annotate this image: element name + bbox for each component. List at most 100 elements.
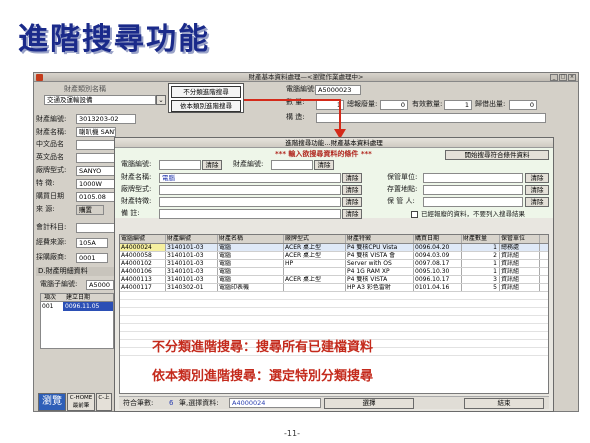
minimize-icon[interactable]: _	[550, 74, 558, 81]
asset-no-field[interactable]: 3013203-02	[76, 114, 136, 124]
col-asset-name[interactable]: 財產名稱	[218, 235, 284, 243]
table-row[interactable]: A4000106 3140101-03 電腦 P4 1G RAM XP 0095.10.…	[120, 268, 548, 276]
cell-computer-no: A4000113	[120, 276, 166, 283]
col-asset-no[interactable]: 財產編號	[166, 235, 218, 243]
asset-name-label: 財產名稱:	[36, 128, 67, 136]
col-buy-date[interactable]: 購買日期	[414, 235, 462, 243]
brand-search-input[interactable]	[159, 185, 341, 195]
clear-button[interactable]: 清除	[314, 160, 334, 170]
brand-field[interactable]: SANYO	[76, 166, 116, 176]
cell-quantity: 5	[462, 284, 500, 291]
search-all-option[interactable]: 不分類進階搜尋	[171, 86, 241, 98]
clear-button[interactable]: 清除	[342, 197, 362, 207]
cell-storage-unit: 資訊組	[500, 252, 540, 259]
asset-name-field[interactable]: 喇叭機 SANYO 1000W	[76, 127, 116, 137]
start-search-button[interactable]: 開始搜尋符合條件資料	[445, 150, 549, 160]
asset-no-label: 財產編號:	[36, 115, 67, 123]
cn-name-field[interactable]	[76, 140, 116, 150]
cell-asset-name: 電腦	[218, 252, 284, 259]
slide-title: 進階搜尋功能	[18, 22, 210, 57]
results-table-header: 電腦編號 財產編號 財產名稱 廠牌型式 財產特徵 購買日期 財產數量 保管單位	[120, 235, 548, 244]
maximize-icon[interactable]: □	[559, 74, 567, 81]
clear-button[interactable]: 清除	[202, 160, 222, 170]
vendor-field[interactable]: 0001	[76, 253, 108, 263]
buy-date-field[interactable]: 0105.08	[76, 192, 116, 202]
computer-no-search-input[interactable]	[159, 160, 201, 170]
prev-record-button[interactable]: C-上	[96, 393, 112, 411]
first-record-button[interactable]: C-HOME 最前筆	[67, 393, 95, 411]
sub-no-label: 電腦子編號:	[40, 280, 78, 288]
table-row[interactable]: A4000024 3140101-03 電腦 ACER 桌上型 P4 雙核CPU Vis…	[120, 244, 548, 252]
cell-asset-no: 3140302-01	[166, 284, 218, 291]
spec-field[interactable]: 1000W	[76, 179, 116, 189]
en-name-field[interactable]	[76, 153, 116, 163]
remark-search-input[interactable]	[159, 209, 341, 219]
cn-name-label: 中文品名	[36, 140, 64, 148]
close-button[interactable]: 結束	[464, 398, 544, 409]
select-button[interactable]: 選擇	[324, 398, 414, 409]
clear-button[interactable]: 清除	[342, 173, 362, 183]
mini-row-index: 001	[42, 303, 54, 310]
table-row[interactable]: A4000058 3140101-03 電腦 ACER 桌上型 P4 雙核 VISTA …	[120, 252, 548, 260]
col-brand[interactable]: 廠牌型式	[284, 235, 346, 243]
cell-quantity: 3	[462, 276, 500, 283]
clear-button[interactable]: 清除	[342, 209, 362, 219]
status-bar: 符合筆數: 6 筆,選擇資料: A4000024 選擇 結束	[119, 396, 549, 409]
spec-search-input[interactable]	[159, 197, 341, 207]
sub-no-field[interactable]: A5000	[86, 280, 114, 290]
browse-button[interactable]: 瀏覽	[38, 393, 66, 411]
cell-storage-unit: 資訊組	[500, 260, 540, 267]
close-icon[interactable]: ×	[568, 74, 576, 81]
storage-unit-clear-button[interactable]: 清除	[525, 173, 549, 183]
total-qty-field[interactable]: 0	[380, 100, 408, 110]
fund-field[interactable]: 105A	[76, 238, 108, 248]
cell-buy-date: 0094.03.09	[414, 252, 462, 259]
storage-place-clear-button[interactable]: 清除	[525, 185, 549, 195]
scrapped-checkbox[interactable]	[411, 211, 418, 218]
match-count-label: 符合筆數:	[123, 399, 154, 407]
table-row[interactable]: A4000113 3140101-03 電腦 ACER 桌上型 P4 雙核 VISTA 0…	[120, 276, 548, 284]
col-spec[interactable]: 財產特徵	[346, 235, 414, 243]
source-field[interactable]: 購置	[76, 205, 104, 215]
accounting-label: 會計科目:	[36, 223, 67, 231]
accounting-field[interactable]	[76, 223, 116, 233]
valid-qty-field[interactable]: 1	[444, 100, 472, 110]
cell-storage-unit: 總務處	[500, 244, 540, 251]
mini-row-date: 0096.11.05	[63, 302, 113, 311]
storage-place-input[interactable]	[423, 185, 523, 195]
selected-label: 筆,選擇資料:	[179, 399, 219, 407]
cell-asset-no: 3140101-03	[166, 260, 218, 267]
annotation-search-category: 依本類別進階搜尋：選定特別分類搜尋	[152, 369, 374, 384]
cell-asset-name: 電腦	[218, 260, 284, 267]
keeper-clear-button[interactable]: 清除	[525, 197, 549, 207]
mini-row[interactable]: 001 0096.11.05	[41, 302, 113, 311]
app-icon	[36, 74, 43, 81]
col-storage-unit[interactable]: 保管單位	[500, 235, 540, 243]
col-quantity[interactable]: 財產數量	[462, 235, 500, 243]
cell-buy-date: 0096.10.17	[414, 276, 462, 283]
table-row[interactable]: A4000117 3140302-01 電腦印表機 HP A3 彩色雷射 0101.04…	[120, 284, 548, 292]
mini-col-date: 建立日期	[66, 294, 91, 301]
asset-no-search-input[interactable]	[271, 160, 313, 170]
spec-label: 特 徵:	[36, 179, 55, 187]
main-window-titlebar: 財產基本資料處理—<瀏覽作業處理中> _ □ ×	[34, 73, 578, 82]
keeper-input[interactable]	[423, 197, 523, 207]
col-computer-no[interactable]: 電腦編號	[120, 235, 166, 243]
storage-unit-input[interactable]	[423, 173, 523, 183]
fund-label: 經費來源:	[36, 238, 67, 246]
returned-field[interactable]: 0	[509, 100, 537, 110]
table-row[interactable]: A4000102 3140101-03 電腦 HP Server with OS 0097…	[120, 260, 548, 268]
cell-asset-no: 3140101-03	[166, 276, 218, 283]
category-select[interactable]: 交通及運輸設備	[44, 95, 156, 105]
cell-computer-no: A4000106	[120, 268, 166, 275]
returned-label: 歸借出量:	[475, 100, 506, 108]
asset-name-search-input[interactable]: 電腦	[159, 173, 341, 183]
computer-no-field[interactable]: A5000023	[315, 85, 361, 95]
search-category-option[interactable]: 依本類別進階搜尋	[171, 100, 241, 112]
cell-spec: HP A3 彩色雷射	[346, 284, 414, 291]
scrapped-checkbox-label: 已經報廢的資料，不要列入搜尋結果	[421, 210, 525, 218]
clear-button[interactable]: 清除	[342, 185, 362, 195]
cell-asset-name: 電腦	[218, 244, 284, 251]
chevron-down-icon[interactable]: ⌄	[156, 95, 166, 105]
selected-value: A4000024	[229, 398, 321, 408]
